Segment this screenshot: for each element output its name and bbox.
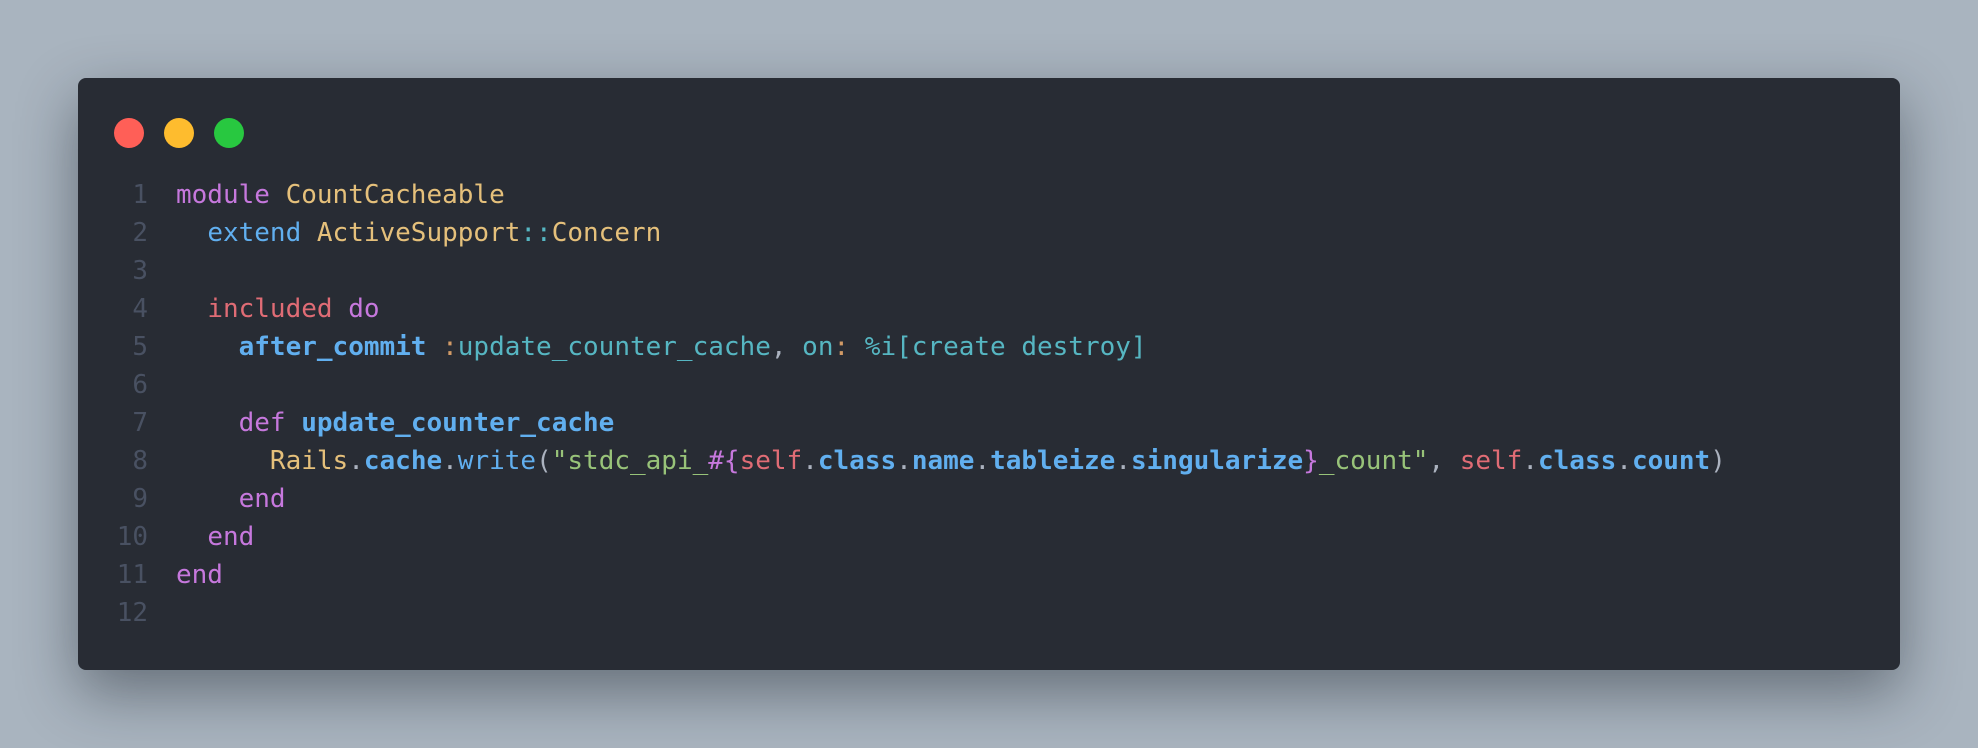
code-token: update_counter_cache	[457, 332, 771, 362]
close-dot-icon[interactable]	[114, 118, 144, 148]
line-number: 8	[132, 446, 148, 476]
line-number: 11	[116, 560, 148, 590]
code-window: 1 module CountCacheable 2 extend ActiveSup…	[78, 78, 1900, 670]
code-token: )	[1710, 446, 1726, 476]
line-number: 6	[132, 370, 148, 400]
code-line: 12	[78, 594, 1900, 632]
code-line: 3	[78, 252, 1900, 290]
line-number: 7	[132, 408, 148, 438]
line-number: 9	[132, 484, 148, 514]
code-token: .	[896, 446, 912, 476]
code-token: Rails	[269, 446, 349, 476]
code-token: _count"	[1318, 446, 1429, 476]
code-text: def update_counter_cache	[176, 408, 615, 438]
code-token: #{	[708, 446, 740, 476]
code-token: .	[802, 446, 818, 476]
code-text: after_commit :update_counter_cache, on: …	[176, 332, 1147, 362]
line-number: 1	[132, 180, 148, 210]
code-token: count	[1631, 446, 1711, 476]
minimize-dot-icon[interactable]	[164, 118, 194, 148]
code-line: 4 included do	[78, 290, 1900, 328]
code-token: ,	[1428, 446, 1460, 476]
line-number: 2	[132, 218, 148, 248]
code-text: end	[176, 522, 254, 552]
code-token: singularize	[1130, 446, 1304, 476]
code-token: .	[442, 446, 458, 476]
code-token: update_counter_cache	[301, 408, 615, 438]
code-token: .	[348, 446, 364, 476]
code-token: Concern	[551, 218, 662, 248]
code-text: end	[176, 560, 223, 590]
code-token: tableize	[990, 446, 1116, 476]
code-token: .	[974, 446, 991, 476]
code-token: ,	[770, 332, 803, 362]
code-token: after_commit	[238, 332, 427, 362]
code-line: 5 after_commit :update_counter_cache, on…	[78, 328, 1900, 366]
code-line: 6	[78, 366, 1900, 404]
line-number: 4	[132, 294, 148, 324]
code-token: :	[442, 332, 458, 362]
code-line: 2 extend ActiveSupport::Concern	[78, 214, 1900, 252]
code-line: 10 end	[78, 518, 1900, 556]
code-token: do	[348, 294, 380, 324]
window-controls	[114, 118, 244, 148]
code-token: self	[1459, 446, 1523, 476]
code-text: module CountCacheable	[176, 180, 505, 210]
code-token: (	[536, 446, 552, 476]
code-text: Rails.cache.write("stdc_api_#{self.class…	[176, 446, 1726, 476]
code-text: end	[176, 484, 286, 514]
code-text: extend ActiveSupport::Concern	[176, 218, 661, 248]
code-line: 8 Rails.cache.write("stdc_api_#{self.cla…	[78, 442, 1900, 480]
code-token: def	[238, 408, 302, 438]
code-token: .	[1616, 446, 1632, 476]
code-token: :	[833, 332, 865, 362]
code-text: included do	[176, 294, 380, 324]
code-token: CountCacheable	[285, 180, 505, 210]
code-line: 7 def update_counter_cache	[78, 404, 1900, 442]
line-number: 3	[132, 256, 148, 286]
code-token: .	[1522, 446, 1538, 476]
code-token: }	[1303, 446, 1319, 476]
code-token: write	[457, 446, 537, 476]
code-token: "stdc_api_	[551, 446, 709, 476]
code-token: end	[207, 522, 255, 552]
code-token: name	[911, 446, 975, 476]
line-number: 10	[116, 522, 148, 552]
code-token: on	[802, 332, 834, 362]
code-token: %i[create destroy]	[864, 332, 1147, 362]
code-line: 11 end	[78, 556, 1900, 594]
code-token: end	[238, 484, 286, 514]
code-token: .	[1115, 446, 1131, 476]
code-token: ::	[520, 218, 552, 248]
code-token: ActiveSupport	[316, 218, 521, 248]
line-number: 5	[132, 332, 148, 362]
code-token: class	[1538, 446, 1617, 476]
code-token: cache	[363, 446, 443, 476]
code-line: 1 module CountCacheable	[78, 176, 1900, 214]
code-token: included	[207, 294, 349, 324]
code-token: self	[739, 446, 803, 476]
zoom-dot-icon[interactable]	[214, 118, 244, 148]
code-token: extend	[207, 218, 317, 248]
code-editor: 1 module CountCacheable 2 extend ActiveSup…	[78, 176, 1900, 632]
code-token: class	[817, 446, 897, 476]
code-token: end	[176, 560, 223, 590]
line-number: 12	[116, 598, 148, 628]
code-line: 9 end	[78, 480, 1900, 518]
code-token: module	[176, 180, 286, 210]
